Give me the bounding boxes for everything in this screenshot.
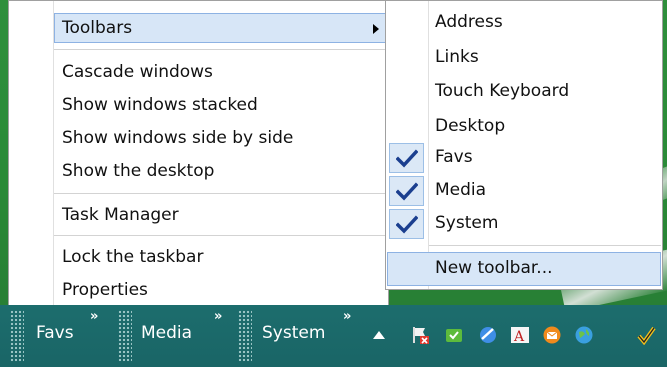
submenu-item-desktop[interactable]: Desktop [429,110,661,143]
menu-separator [54,49,388,50]
chevron-icon[interactable]: » [90,309,98,324]
submenu-item-address[interactable]: Address [429,6,661,39]
taskbar-context-menu: Toolbars Cascade windows Show windows st… [8,0,389,308]
chevron-icon[interactable]: » [343,309,351,324]
checkmark-icon [396,215,418,234]
menu-item-label: Show windows side by side [62,128,294,148]
submenu-item-system[interactable]: System [429,207,661,240]
menu-item-task-manager[interactable]: Task Manager [54,200,388,230]
menu-item-cascade-windows[interactable]: Cascade windows [54,57,388,87]
submenu-item-label: Address [435,12,503,32]
submenu-item-favs[interactable]: Favs [429,141,661,174]
toolbar-system[interactable]: System [262,323,325,343]
taskbar: Favs » Media » System » A [0,305,667,367]
svg-text:A: A [513,329,525,345]
menu-separator [54,193,388,194]
toolbar-grip[interactable] [118,310,132,362]
menu-item-lock-the-taskbar[interactable]: Lock the taskbar [54,242,388,272]
menu-separator [54,235,388,236]
mail-icon[interactable] [542,325,562,345]
submenu-item-label: System [435,213,499,233]
security-icon[interactable] [444,325,464,345]
checkmark-box [389,143,424,173]
checkmark-icon [396,149,418,168]
menu-item-toolbars[interactable]: Toolbars [54,13,388,43]
submenu-item-media[interactable]: Media [429,174,661,207]
menu-item-show-the-desktop[interactable]: Show the desktop [54,156,388,186]
chevron-icon[interactable]: » [214,309,222,324]
font-icon[interactable]: A [510,325,530,345]
network-globe-icon[interactable] [574,325,594,345]
menu-item-label: Show windows stacked [62,95,258,115]
menu-item-label: Lock the taskbar [62,247,204,267]
submenu-item-label: Touch Keyboard [435,81,570,101]
submenu-item-label: Favs [435,147,473,167]
menu-item-label: Show the desktop [62,161,215,181]
toolbar-grip[interactable] [10,310,24,362]
submenu-item-touch-keyboard[interactable]: Touch Keyboard [429,75,661,108]
menu-item-label: Toolbars [62,18,133,38]
menu-item-properties[interactable]: Properties [54,275,388,305]
submenu-item-new-toolbar[interactable]: New toolbar... [387,252,661,286]
submenu-item-label: Media [435,180,487,200]
flag-icon[interactable] [410,325,430,345]
toolbars-submenu: Address Links Touch Keyboard Desktop Fav… [385,0,663,290]
show-hidden-icons-arrow-icon[interactable] [373,331,385,339]
toolbar-media[interactable]: Media [141,323,192,343]
menu-item-label: Task Manager [62,205,179,225]
menu-separator [429,245,661,246]
menu-item-label: Properties [62,280,148,300]
submenu-item-label: New toolbar... [435,258,553,278]
bluetooth-icon[interactable] [478,325,498,345]
toolbar-favs[interactable]: Favs [36,323,74,343]
checkmark-box [389,176,424,206]
menu-item-show-windows-side-by-side[interactable]: Show windows side by side [54,123,388,153]
submenu-item-links[interactable]: Links [429,41,661,74]
checkmark-icon [396,182,418,201]
menu-item-label: Cascade windows [62,62,213,82]
submenu-item-label: Desktop [435,116,506,136]
check-icon[interactable] [636,325,656,345]
checkmark-box [389,209,424,239]
submenu-arrow-icon [373,24,379,34]
menu-item-show-windows-stacked[interactable]: Show windows stacked [54,90,388,120]
submenu-item-label: Links [435,47,479,67]
toolbar-grip[interactable] [238,310,252,362]
